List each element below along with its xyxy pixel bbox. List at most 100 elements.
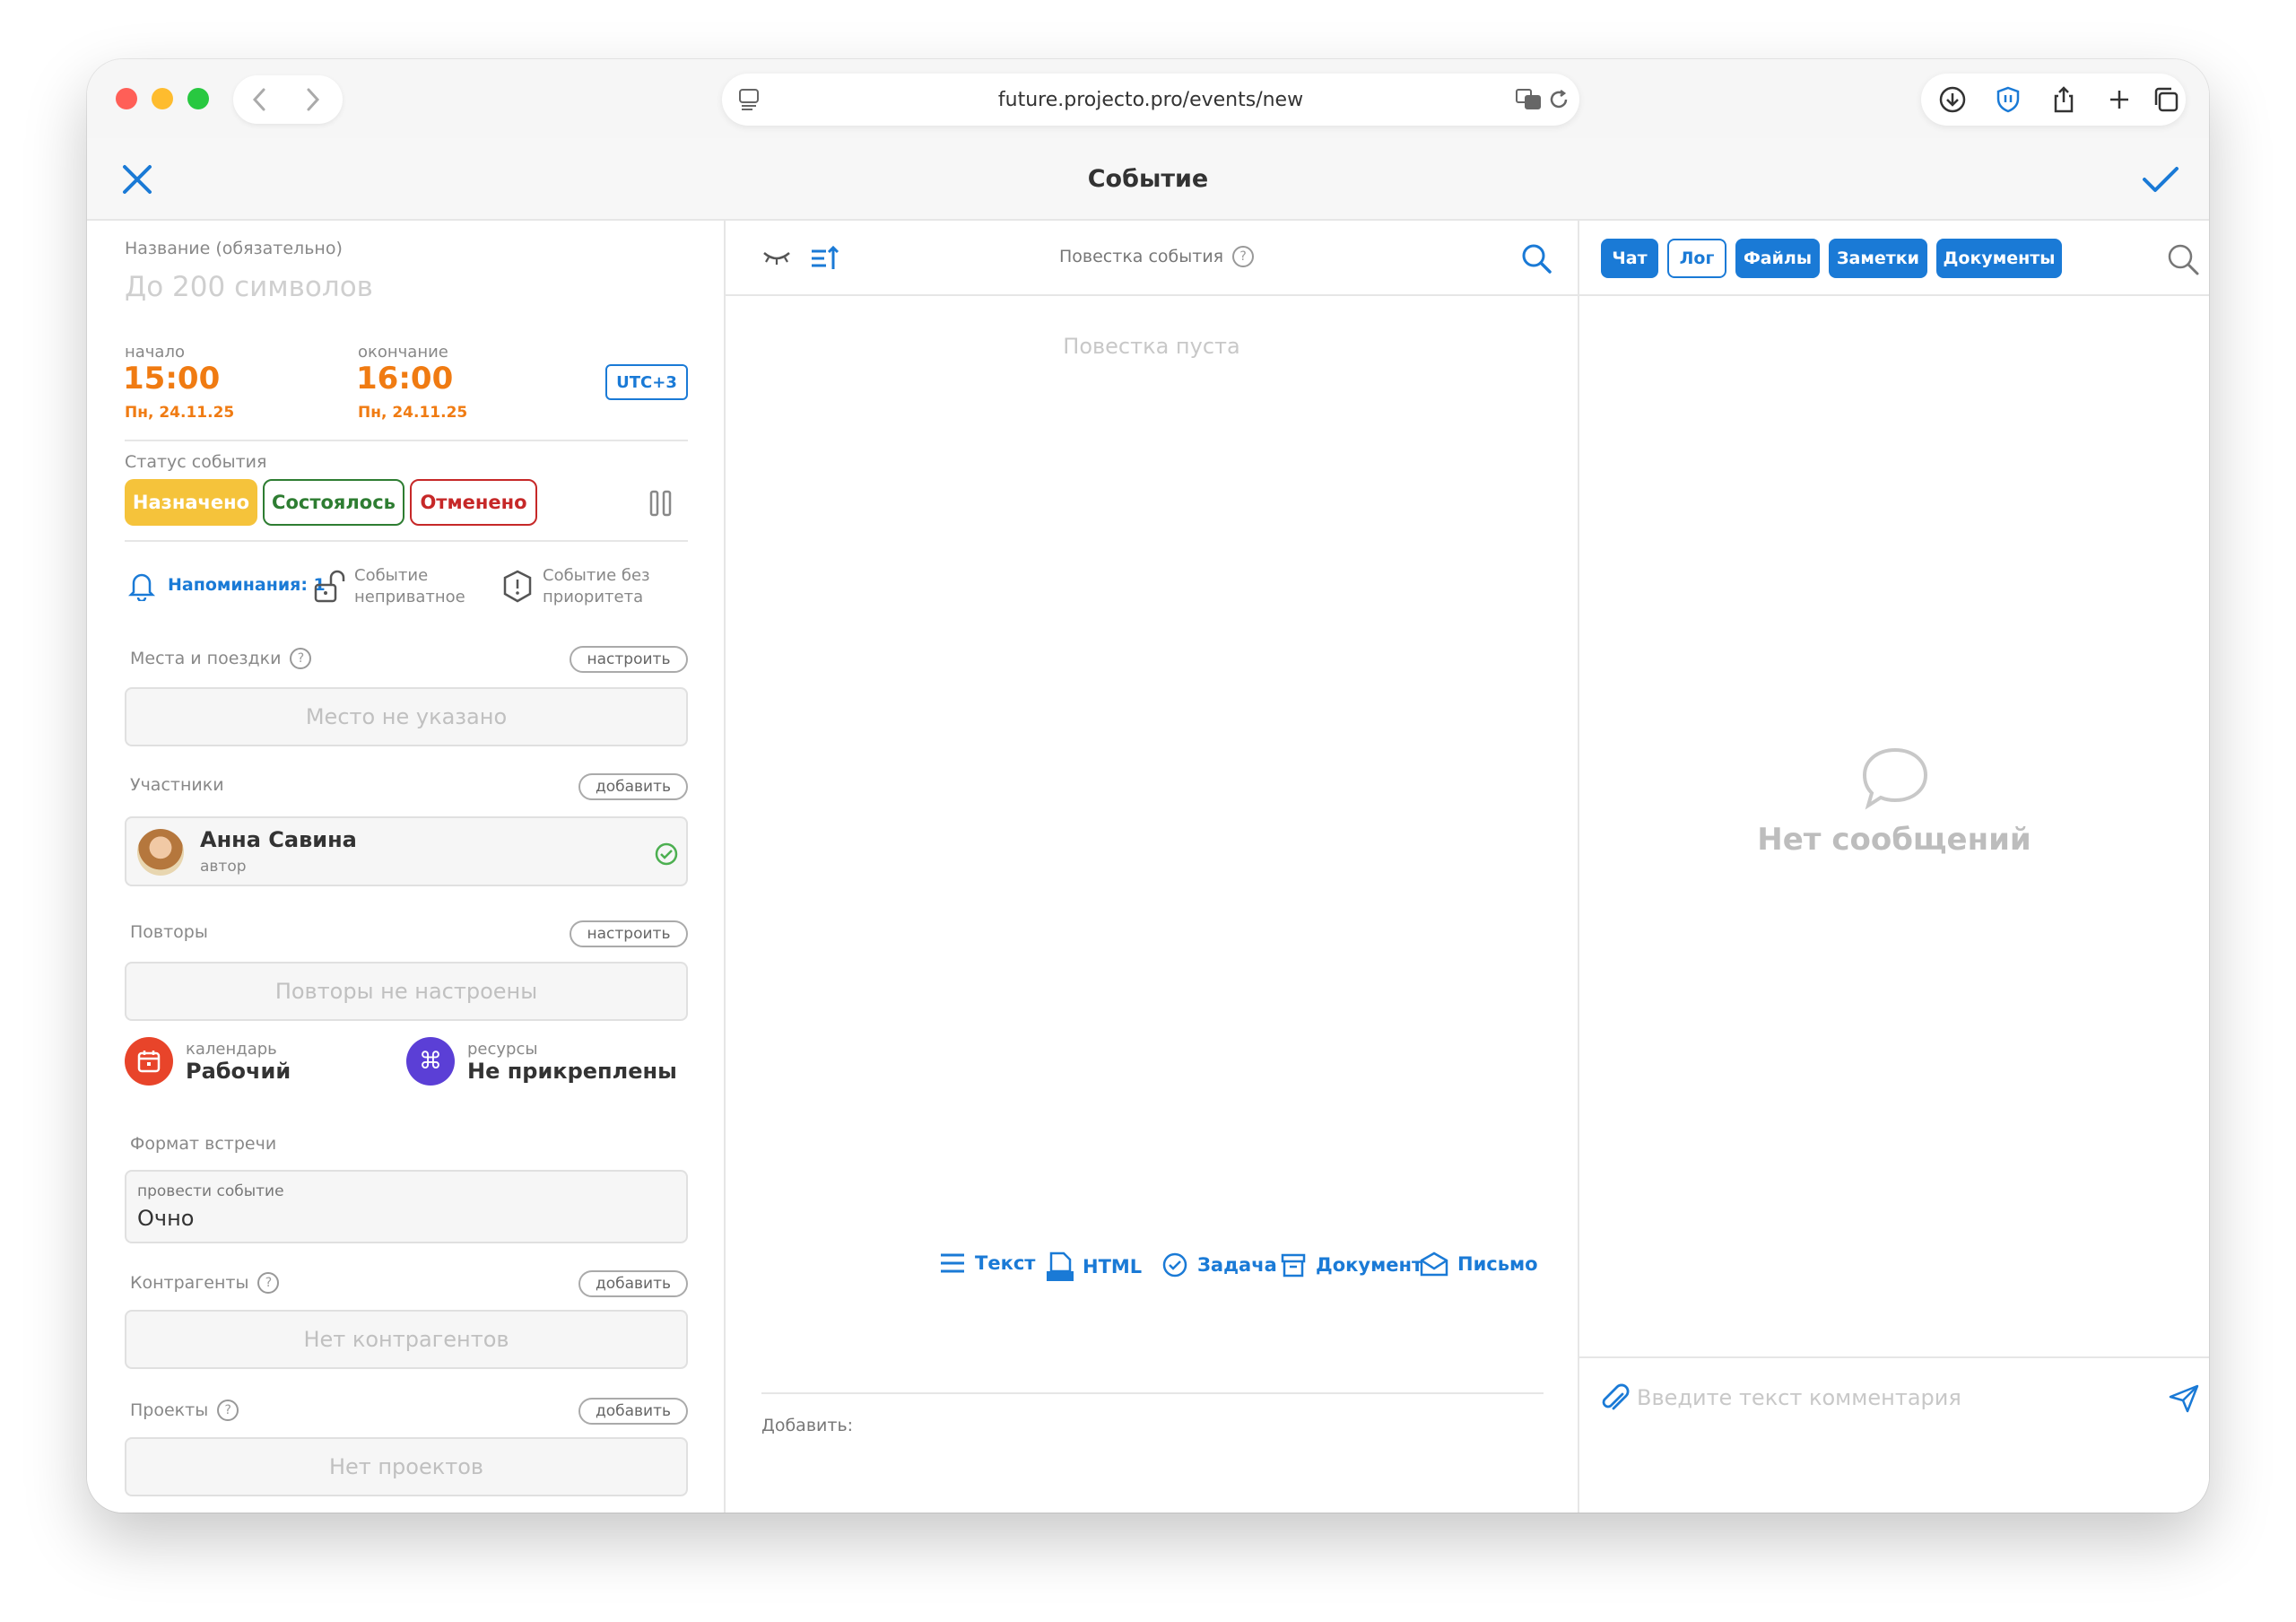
participant-name: Анна Савина <box>200 827 357 852</box>
privacy-line2: неприватное <box>354 588 465 606</box>
unlock-icon <box>314 570 345 603</box>
hide-eye-icon[interactable] <box>761 246 792 267</box>
participants-add-button[interactable]: добавить <box>578 773 688 800</box>
back-button[interactable] <box>244 84 274 115</box>
shield-button[interactable] <box>1993 84 2023 115</box>
agenda-empty: Повестка пуста <box>1063 334 1240 359</box>
name-input[interactable]: До 200 символов <box>125 271 373 303</box>
agenda-toolbar: Повестка события ? <box>726 221 1578 296</box>
reload-icon[interactable] <box>1547 88 1570 111</box>
participants-label: Участники <box>130 775 224 795</box>
status-done-button[interactable]: Состоялось <box>263 479 404 526</box>
status-label: Статус события <box>125 452 267 472</box>
tab-chat[interactable]: Чат <box>1601 239 1658 278</box>
participant-role: автор <box>200 858 247 876</box>
format-value: Очно <box>137 1206 195 1231</box>
browser-window: future.projecto.pro/events/new Событие Н… <box>87 59 2209 1513</box>
status-scheduled-button[interactable]: Назначено <box>125 479 257 526</box>
start-label: начало <box>125 343 185 362</box>
add-letter-button[interactable]: Письмо <box>1420 1251 1538 1277</box>
add-document-label: Документ <box>1316 1254 1423 1276</box>
divider <box>1579 1356 2209 1358</box>
send-icon[interactable] <box>2168 1383 2200 1414</box>
help-icon[interactable]: ? <box>290 648 312 669</box>
paperclip-icon[interactable] <box>1599 1383 1630 1416</box>
contractors-empty[interactable]: Нет контрагентов <box>125 1310 688 1369</box>
search-icon[interactable] <box>2166 242 2200 276</box>
help-icon[interactable]: ? <box>257 1272 280 1294</box>
sort-icon[interactable] <box>810 244 840 273</box>
tabs-icon <box>2154 87 2179 112</box>
contractors-add-button[interactable]: добавить <box>578 1270 688 1297</box>
search-icon[interactable] <box>1520 242 1552 275</box>
participant-row[interactable]: Анна Савина автор <box>125 816 688 886</box>
browser-toolbar: future.projecto.pro/events/new <box>87 59 2209 138</box>
add-task-button[interactable]: Задача <box>1161 1251 1277 1278</box>
priority-toggle[interactable]: Событие без приоритета <box>501 565 650 608</box>
downloads-button[interactable] <box>1937 84 1968 115</box>
add-text-button[interactable]: Текст <box>939 1251 1035 1275</box>
divider <box>125 440 688 441</box>
help-icon[interactable]: ? <box>217 1400 239 1421</box>
repeats-configure-button[interactable]: настроить <box>570 920 688 947</box>
agenda-panel: Повестка события ? Повестка пуста Добави… <box>726 221 1579 1513</box>
tabs-overview-button[interactable] <box>2151 84 2181 115</box>
save-button[interactable] <box>2141 161 2180 197</box>
calendar-selector[interactable]: календарь Рабочий <box>125 1037 291 1086</box>
privacy-line1: Событие <box>354 566 429 585</box>
add-task-label: Задача <box>1197 1254 1277 1276</box>
navigation-buttons <box>233 75 343 124</box>
calendar-label: календарь <box>186 1039 277 1059</box>
add-html-button[interactable]: HTML <box>1047 1251 1142 1282</box>
chevron-left-icon <box>252 88 265 111</box>
start-time[interactable]: 15:00 <box>123 361 220 397</box>
tab-files[interactable]: Файлы <box>1735 239 1820 278</box>
tab-documents[interactable]: Документы <box>1936 239 2062 278</box>
html-file-icon <box>1047 1251 1074 1281</box>
no-messages-text: Нет сообщений <box>1757 822 2031 858</box>
agenda-title: Повестка события <box>1059 247 1224 266</box>
reminders-button[interactable]: Напоминания: 1 <box>126 569 326 601</box>
add-label: Добавить: <box>761 1416 854 1435</box>
chat-panel: Чат Лог Файлы Заметки Документы Нет сооб… <box>1579 221 2209 1513</box>
tab-notes[interactable]: Заметки <box>1829 239 1927 278</box>
end-date[interactable]: Пн, 24.11.25 <box>358 404 467 422</box>
share-button[interactable] <box>2048 84 2079 115</box>
projects-add-button[interactable]: добавить <box>578 1398 688 1425</box>
text-lines-icon <box>941 1253 964 1273</box>
address-bar[interactable]: future.projecto.pro/events/new <box>722 74 1579 126</box>
forward-button[interactable] <box>298 84 328 115</box>
tab-log[interactable]: Лог <box>1667 239 1726 278</box>
minimize-window-button[interactable] <box>152 88 173 109</box>
status-cancelled-button[interactable]: Отменено <box>410 479 537 526</box>
privacy-toggle[interactable]: Событие неприватное <box>313 565 465 608</box>
envelope-icon <box>1420 1251 1448 1277</box>
contractors-label: Контрагенты <box>130 1273 249 1293</box>
comment-input[interactable]: Введите текст комментария <box>1637 1385 2139 1410</box>
places-empty[interactable]: Место не указано <box>125 687 688 746</box>
projects-empty[interactable]: Нет проектов <box>125 1437 688 1496</box>
start-date[interactable]: Пн, 24.11.25 <box>125 404 234 422</box>
format-select[interactable]: провести событие Очно <box>125 1170 688 1243</box>
event-form-panel: Название (обязательно) До 200 символов н… <box>87 221 726 1513</box>
translate-icon[interactable] <box>1515 87 1542 112</box>
help-icon[interactable]: ? <box>1232 246 1255 267</box>
reader-icon[interactable] <box>738 88 760 111</box>
timezone-button[interactable]: UTC+3 <box>605 364 688 400</box>
new-tab-button[interactable] <box>2104 84 2135 115</box>
bell-icon <box>127 573 156 601</box>
pause-button[interactable] <box>648 490 674 517</box>
resources-selector[interactable]: ⌘ ресурсы Не прикреплены <box>406 1037 677 1086</box>
divider <box>125 540 688 542</box>
add-html-label: HTML <box>1083 1256 1143 1278</box>
add-text-label: Текст <box>975 1252 1036 1274</box>
avatar <box>137 829 184 876</box>
url-text: future.projecto.pro/events/new <box>997 88 1304 111</box>
command-icon: ⌘ <box>406 1037 455 1086</box>
end-time[interactable]: 16:00 <box>356 361 453 397</box>
repeats-empty[interactable]: Повторы не настроены <box>125 962 688 1021</box>
maximize-window-button[interactable] <box>187 88 209 109</box>
add-document-button[interactable]: Документ <box>1280 1251 1422 1278</box>
close-window-button[interactable] <box>116 88 137 109</box>
places-configure-button[interactable]: настроить <box>570 646 688 673</box>
